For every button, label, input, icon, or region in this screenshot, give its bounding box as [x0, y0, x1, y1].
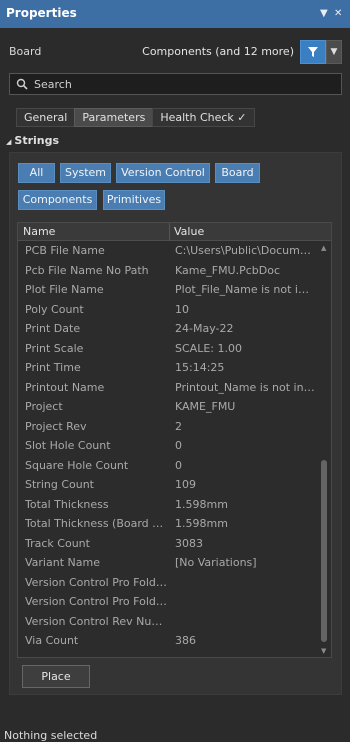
parameter-name: Total Thickness (Board Lay...: [25, 517, 167, 530]
place-button[interactable]: Place: [22, 665, 90, 688]
parameter-value: KAME_FMU: [175, 400, 236, 413]
parameter-value: 386: [175, 634, 196, 647]
table-row[interactable]: Project KAME_FMU: [18, 397, 318, 417]
table-row[interactable]: Printout Name Printout_Name is not inter.…: [18, 378, 318, 398]
status-text: Nothing selected: [4, 729, 98, 742]
table-row[interactable]: Version Control Rev Number: [18, 612, 318, 632]
parameter-value: 2: [175, 419, 182, 433]
table-row[interactable]: Total Thickness 1.598mm: [18, 495, 318, 515]
scroll-up-icon[interactable]: ▲: [321, 244, 326, 252]
panel-title: Properties: [6, 6, 77, 20]
parameter-name: Version Control Rev Number: [25, 614, 167, 628]
parameter-value: 15:14:25: [175, 361, 225, 374]
grid-header: Name Value: [18, 223, 331, 241]
parameter-value: 24-May-22: [175, 322, 234, 335]
parameter-name: Track Count: [25, 536, 90, 550]
parameter-name: Square Hole Count: [25, 458, 129, 472]
parameter-name: Variant Name: [25, 556, 100, 569]
search-icon: [16, 78, 28, 90]
table-row[interactable]: Variant Name [No Variations]: [18, 553, 318, 573]
search-input[interactable]: Search: [9, 73, 342, 95]
parameter-value: 1.598mm: [175, 517, 228, 530]
parameter-value: Plot_File_Name is not inter...: [175, 283, 315, 296]
table-row[interactable]: Square Hole Count 0: [18, 456, 318, 476]
parameter-name: Plot File Name: [25, 283, 104, 296]
table-row[interactable]: Print Date 24-May-22: [18, 319, 318, 339]
parameter-name: PCB File Name: [25, 244, 105, 257]
scroll-down-icon[interactable]: ▼: [321, 647, 326, 655]
filter-icon: [308, 47, 318, 57]
collapse-triangle-icon: ◢: [6, 138, 12, 146]
tab-general[interactable]: General: [16, 108, 76, 127]
parameter-name: Slot Hole Count: [25, 439, 111, 452]
chevron-down-icon: ▼: [330, 47, 338, 57]
table-row[interactable]: Print Time 15:14:25: [18, 358, 318, 378]
tab-parameters[interactable]: Parameters: [74, 108, 154, 127]
parameter-value: [No Variations]: [175, 556, 257, 569]
table-row[interactable]: PCB File Name C:\Users\Public\Document...: [18, 241, 318, 261]
parameter-name: Project: [25, 400, 63, 413]
parameter-name: Print Date: [25, 322, 81, 335]
parameter-name: Total Thickness: [25, 497, 109, 511]
parameter-value: SCALE: 1.00: [175, 341, 242, 355]
tab-bar: General Parameters Health Check ✓: [16, 108, 255, 127]
pin-dropdown-icon[interactable]: ▼: [320, 8, 328, 20]
table-row[interactable]: Pcb File Name No Path Kame_FMU.PcbDoc: [18, 261, 318, 281]
filter-chip-components[interactable]: Components: [18, 190, 97, 210]
scrollbar-thumb[interactable]: [321, 460, 327, 642]
table-row[interactable]: Version Control Pro Folder...: [18, 573, 318, 593]
column-header-name[interactable]: Name: [23, 225, 55, 238]
parameter-name: String Count: [25, 478, 94, 491]
parameter-value: 0: [175, 439, 182, 452]
selection-filter-text: Components (and 12 more): [142, 45, 294, 58]
parameter-name: Print Scale: [25, 341, 84, 355]
parameter-value: 0: [175, 458, 182, 472]
search-placeholder: Search: [34, 78, 72, 91]
table-row[interactable]: Poly Count 10: [18, 300, 318, 320]
parameter-name: Via Count: [25, 634, 79, 647]
table-row[interactable]: Track Count 3083: [18, 534, 318, 554]
table-row[interactable]: String Count 109: [18, 475, 318, 495]
parameter-name: Print Time: [25, 361, 81, 374]
filter-chip-board[interactable]: Board: [215, 163, 260, 183]
parameter-name: Pcb File Name No Path: [25, 263, 149, 277]
table-row[interactable]: Version Control Pro Folder...: [18, 592, 318, 612]
table-row[interactable]: Print Scale SCALE: 1.00: [18, 339, 318, 359]
parameter-name: Version Control Pro Folder...: [25, 595, 167, 608]
tab-health-check[interactable]: Health Check ✓: [152, 108, 255, 127]
close-icon[interactable]: ✕: [334, 8, 342, 20]
parameter-name: Poly Count: [25, 302, 84, 316]
table-row[interactable]: Total Thickness (Board Lay... 1.598mm: [18, 514, 318, 534]
parameter-value: 10: [175, 302, 189, 316]
filter-chip-version-control[interactable]: Version Control: [116, 163, 210, 183]
parameter-value: Kame_FMU.PcbDoc: [175, 263, 281, 277]
parameter-value: Printout_Name is not inter...: [175, 380, 315, 394]
table-row[interactable]: Slot Hole Count 0: [18, 436, 318, 456]
section-title: Strings: [14, 134, 60, 147]
parameter-value: C:\Users\Public\Document...: [175, 244, 315, 257]
filter-chip-all[interactable]: All: [18, 163, 55, 183]
column-divider[interactable]: [169, 223, 170, 241]
section-header-strings[interactable]: ◢ Strings: [6, 134, 59, 147]
parameter-name: Project Rev: [25, 419, 87, 433]
parameter-value: 109: [175, 478, 196, 491]
table-row[interactable]: Via Count 386: [18, 631, 318, 651]
parameters-grid: Name Value PCB File Name C:\Users\Public\…: [17, 222, 332, 658]
filter-chip-primitives[interactable]: Primitives: [103, 190, 165, 210]
parameter-value: 3083: [175, 536, 203, 550]
panel-titlebar: Properties ▼ ✕: [0, 0, 350, 28]
parameter-name: Printout Name: [25, 380, 105, 394]
filter-chip-system[interactable]: System: [60, 163, 111, 183]
parameter-value: 1.598mm: [175, 497, 228, 511]
parameter-name: Version Control Pro Folder...: [25, 575, 167, 589]
table-row[interactable]: Plot File Name Plot_File_Name is not inte…: [18, 280, 318, 300]
grid-scrollbar[interactable]: ▲ ▼: [319, 242, 330, 657]
filter-dropdown-button[interactable]: ▼: [326, 40, 342, 64]
column-header-value[interactable]: Value: [174, 225, 204, 238]
table-row[interactable]: Project Rev 2: [18, 417, 318, 437]
object-type-label: Board: [9, 45, 42, 58]
grid-rows: PCB File Name C:\Users\Public\Document...…: [18, 241, 318, 651]
filter-button[interactable]: [300, 40, 326, 64]
